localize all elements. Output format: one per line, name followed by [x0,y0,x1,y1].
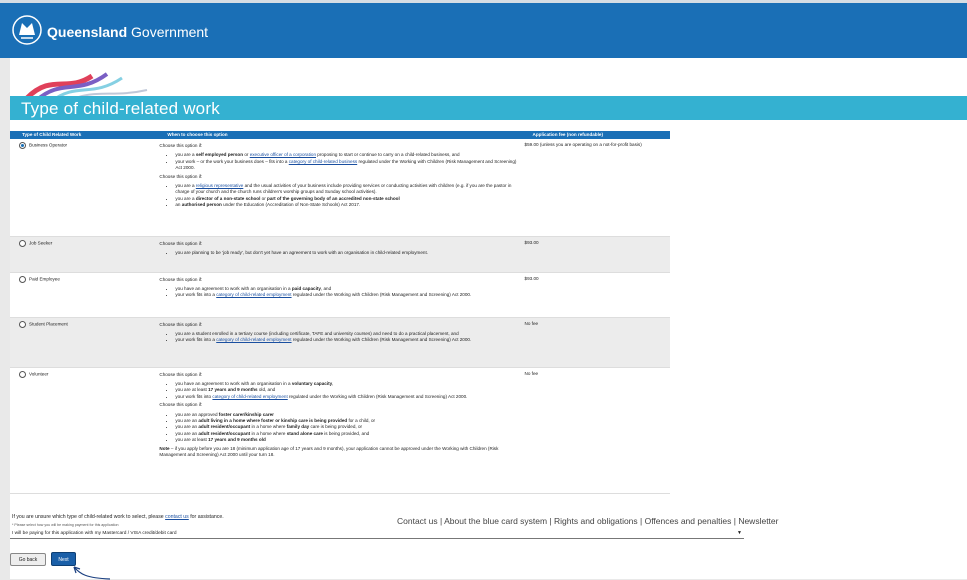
list-item: your work fits into a category of child-… [175,337,516,343]
description-cell: Choose this option if: you have an agree… [155,367,521,494]
work-type-table: Type of Child Related Work When to choos… [10,131,670,494]
radio-paid-employee[interactable] [19,275,26,283]
option-label: Business Operator [29,142,68,148]
table-row: Student Placement Choose this option if:… [10,317,670,368]
choose-text: Choose this option if: [159,321,203,327]
option-label: Student Placement [29,320,68,326]
choose-text: Choose this option if: [159,173,203,179]
description-cell: Choose this option if: you are planning … [155,236,521,273]
criteria-list: you have an agreement to work with an or… [169,286,516,299]
table-row: Job Seeker Choose this option if: you ar… [10,236,670,273]
religious-representative-link[interactable]: religious representative [196,183,244,188]
criteria-list: you are a student enrolled in a tertiary… [169,331,516,344]
radio-business-operator[interactable] [19,142,26,149]
radio-student-placement[interactable] [19,320,26,328]
option-label: Volunteer [29,370,49,376]
table-row: Volunteer Choose this option if: you hav… [10,367,670,494]
pointer-annotation-icon [73,566,111,580]
option-label: Job Seeker [29,239,53,245]
table-header-row: Type of Child Related Work When to choos… [10,131,670,139]
option-cell[interactable]: Business Operator [10,139,156,237]
choose-text: Choose this option if: [159,240,203,246]
payment-select-value: I will be paying for this application wi… [12,531,177,536]
fee-cell: $59.00 (unless you are operating on a no… [520,139,670,237]
fee-cell: $93.00 [520,272,670,318]
description-cell: Choose this option if: you have an agree… [155,272,521,318]
note-text: Note – if you apply before you are 18 (m… [159,445,499,457]
description-cell: Choose this option if: you are a student… [155,317,521,368]
table-row: Business Operator Choose this option if:… [10,139,670,237]
footer-links[interactable]: Contact us | About the blue card system … [397,516,778,526]
category-employment-link[interactable]: category of child-related employment [212,394,287,399]
list-item: your work – or the work your business do… [175,159,516,172]
contact-us-link[interactable]: contact us [165,514,189,520]
choose-text: Choose this option if: [159,143,203,148]
go-back-button[interactable]: Go back [10,553,46,566]
payment-hint: * Please select how you will be making p… [12,523,119,527]
category-business-link[interactable]: category of child-related business [289,159,357,164]
choose-text: Choose this option if: [159,402,203,408]
col-header-fee: Application fee (non refundable) [520,131,670,139]
criteria-list: you are a religious representative and t… [169,183,516,209]
fee-cell: $93.00 [520,236,670,273]
payment-method-select[interactable]: I will be paying for this application wi… [10,528,744,539]
option-label: Paid Employee [29,275,60,281]
page-banner: Type of child-related work [10,68,967,120]
page-content: Type of child-related work Type of Child… [10,58,967,580]
option-cell[interactable]: Job Seeker [10,236,156,273]
brand-name[interactable]: Queensland Government [47,24,208,40]
list-item: your work fits into category of child-re… [175,394,516,400]
criteria-list: you have an agreement to work with an or… [169,381,516,400]
criteria-list: you are an approved foster carer/kinship… [169,412,516,444]
description-cell: Choose this option if: you are a self em… [155,139,521,237]
choose-text: Choose this option if: [159,371,203,377]
site-header: Queensland Government [0,3,967,58]
category-employment-link[interactable]: category of child-related employment [216,292,291,297]
option-cell[interactable]: Volunteer [10,367,156,494]
col-header-type: Type of Child Related Work [10,131,156,139]
col-header-when: When to choose this option [155,131,521,139]
criteria-list: you are a self employed person or execut… [169,152,516,171]
category-employment-link[interactable]: category of child-related employment [216,337,291,342]
radio-job-seeker[interactable] [19,239,26,247]
qld-crest-icon[interactable] [10,13,44,47]
executive-officer-link[interactable]: executive officer of a corporation [250,152,316,157]
unsure-text: If you are unsure which type of child-re… [12,514,224,520]
option-cell[interactable]: Paid Employee [10,272,156,318]
radio-volunteer[interactable] [19,370,26,378]
list-item: you are a religious representative and t… [175,183,516,196]
list-item: your work fits into a category of child-… [175,292,516,298]
fee-cell: No fee [520,317,670,368]
list-item: you are planning to be 'job ready', but … [175,250,516,256]
chevron-down-icon: ▼ [737,530,742,536]
fee-cell: No fee [520,367,670,494]
page-title: Type of child-related work [21,99,220,118]
table-row: Paid Employee Choose this option if: you… [10,272,670,318]
list-item: an authorised person under the Education… [175,202,516,208]
choose-text: Choose this option if: [159,276,203,282]
list-item: you are at least 17 years and 9 months o… [175,437,516,443]
criteria-list: you are planning to be 'job ready', but … [169,250,516,256]
option-cell[interactable]: Student Placement [10,317,156,368]
